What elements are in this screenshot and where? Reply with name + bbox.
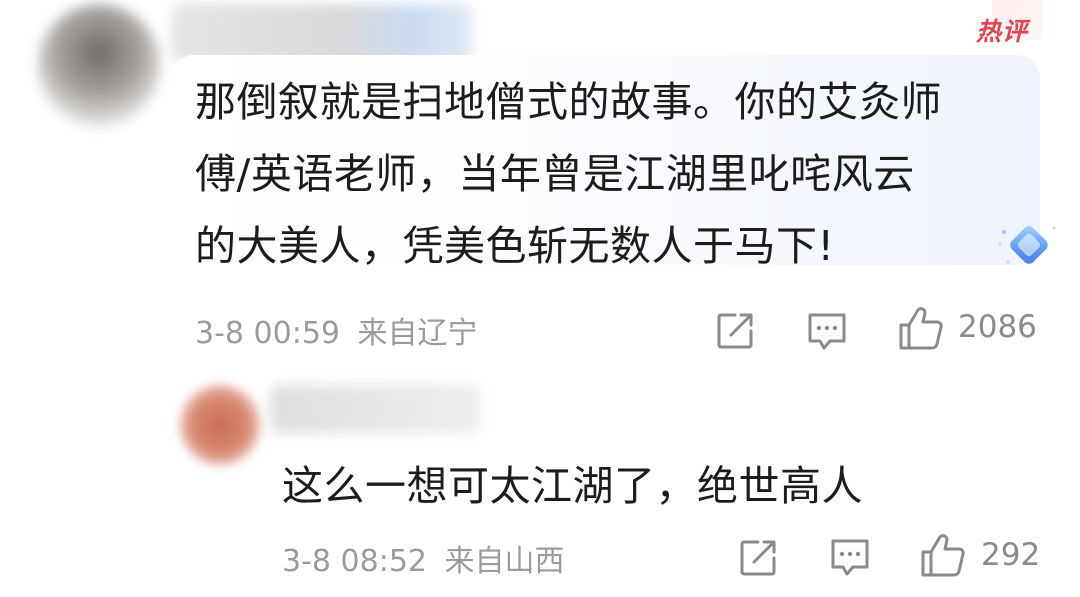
comment-text-line: 那倒叙就是扫地僧式的故事。你的艾灸师 [195,78,942,126]
avatar[interactable] [180,385,260,465]
thumbs-up-icon[interactable] [898,306,944,352]
share-icon[interactable] [715,311,755,351]
comment-text-line: 的大美人，凭美色斩无数人于马下! [195,222,835,270]
like-count: 2086 [958,309,1037,345]
comment-meta: 3-8 00:59 来自辽宁 [195,308,478,352]
share-icon[interactable] [738,538,778,578]
comment-icon[interactable] [829,537,871,579]
diamond-badge-icon [998,226,1056,264]
comment-location: 来自辽宁 [357,316,478,351]
hot-comment-badge: 热评 [975,17,1028,46]
comment-time: 3-8 00:59 [195,316,340,351]
avatar[interactable] [38,4,160,126]
thumbs-up-icon[interactable] [920,533,966,579]
reply-time: 3-8 08:52 [282,544,427,579]
comment-icon[interactable] [806,311,848,353]
username-blurred[interactable] [270,385,480,433]
like-count: 292 [981,537,1041,573]
reply-text: 这么一想可太江湖了，绝世高人 [282,462,863,510]
reply-location: 来自山西 [444,544,565,579]
reply-meta: 3-8 08:52 来自山西 [282,536,565,580]
comment-thread: 热评 那倒叙就是扫地僧式的故事。你的艾灸师 傅/英语老师，当年曾是江湖里叱咤风云… [0,0,1080,597]
comment-text: 那倒叙就是扫地僧式的故事。你的艾灸师 傅/英语老师，当年曾是江湖里叱咤风云 的大… [195,66,1035,282]
comment-text-line: 傅/英语老师，当年曾是江湖里叱咤风云 [195,150,915,198]
username-blurred[interactable] [172,4,472,62]
